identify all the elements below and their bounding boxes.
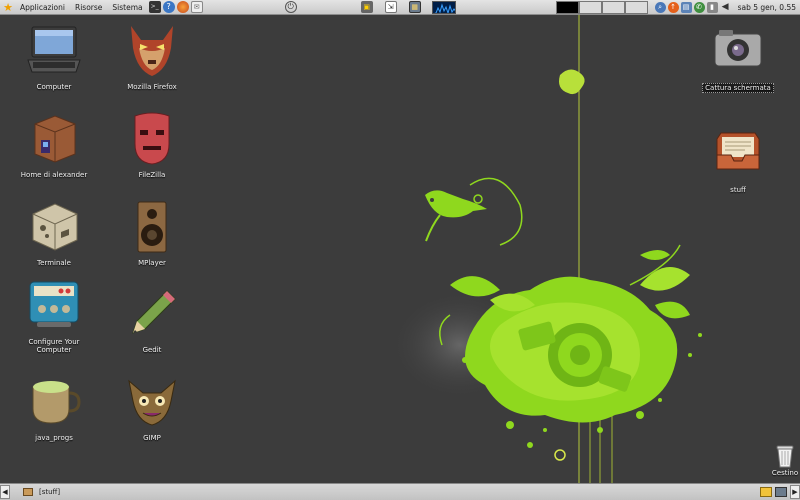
desktop-icon-label: MPlayer — [138, 259, 166, 267]
workspace-4[interactable] — [624, 0, 648, 14]
network-icon[interactable]: ▤ — [680, 1, 692, 13]
desktop-icon-label: java_progs — [35, 434, 73, 442]
desktop-icon-gedit[interactable]: Gedit — [112, 285, 192, 354]
desktop-icon-terminal[interactable]: Terminale — [14, 198, 94, 267]
camera-icon — [709, 22, 767, 80]
volume-icon[interactable]: ◀ — [720, 2, 731, 13]
desktop-icon-label: Home di alexander — [20, 171, 88, 179]
updates-icon[interactable]: ↑ — [667, 1, 679, 13]
taskbar-item-label: [stuff] — [39, 488, 61, 496]
red-mask-icon — [123, 110, 181, 168]
speaker-icon — [123, 198, 181, 256]
trash-can-icon — [773, 443, 797, 469]
folder-icon — [23, 488, 33, 496]
laptop-icon — [25, 22, 83, 80]
desktop-icon-gimp[interactable]: GIMP — [112, 373, 192, 442]
desktop-icon-computer[interactable]: Computer — [14, 22, 94, 91]
menu-risorse[interactable]: Risorse — [70, 3, 107, 12]
taskbar-item-stuff[interactable]: [stuff] — [20, 486, 63, 499]
desktop-icon-trash[interactable]: Cestino — [770, 443, 800, 477]
workspace-3[interactable] — [601, 0, 625, 14]
terminal-box-icon — [25, 198, 83, 256]
firefox-launcher-icon[interactable] — [176, 1, 189, 13]
desktop: Computer Mozilla Firefox Home di alexand — [0, 15, 800, 483]
desktop-icon-configure[interactable]: Configure Your Computer — [14, 277, 94, 354]
screenshot-applet-icon[interactable]: ▦ — [408, 1, 421, 13]
cpu-graph-icon — [434, 2, 455, 13]
desktop-icon-label: Cestino — [771, 469, 799, 477]
workspace-switcher — [555, 0, 648, 14]
config-screen-icon — [25, 277, 83, 335]
pencil-icon — [123, 285, 181, 343]
desktop-icon-label: Configure Your Computer — [28, 338, 80, 354]
desktop-icon-screenshot[interactable]: Cattura schermata — [698, 22, 778, 93]
messaging-icon[interactable]: ✆ — [693, 1, 705, 13]
top-panel: ★ Applicazioni Risorse Sistema >_ ? ✉ ⏻ … — [0, 0, 800, 15]
fox-mask-icon — [123, 22, 181, 80]
power-icon[interactable]: ▮ — [706, 1, 718, 13]
desktop-icon-label: Terminale — [37, 259, 71, 267]
screenshot-tray-icon[interactable] — [775, 487, 787, 497]
terminal-launcher-icon[interactable]: >_ — [148, 1, 161, 13]
show-desktop-icon[interactable]: ⇲ — [384, 1, 397, 13]
desktop-icon-label: FileZilla — [138, 171, 166, 179]
menu-sistema[interactable]: Sistema — [107, 3, 147, 12]
menu-applicazioni[interactable]: Applicazioni — [15, 3, 70, 12]
system-tray: ⌕ ↑ ▤ ✆ ▮ ◀ — [654, 1, 732, 13]
tea-cup-icon — [25, 373, 83, 431]
desktop-icon-stuff[interactable]: stuff — [698, 125, 778, 194]
email-launcher-icon[interactable]: ✉ — [190, 1, 203, 13]
search-icon[interactable]: ⌕ — [654, 1, 666, 13]
taskbar-scroll-right-button[interactable]: ▶ — [790, 485, 800, 499]
desktop-icon-label: Computer — [36, 83, 72, 91]
desktop-icon-java-progs[interactable]: java_progs — [14, 373, 94, 442]
desktop-icon-label: GIMP — [143, 434, 161, 442]
lock-screen-icon[interactable]: ▣ — [360, 1, 373, 13]
shutdown-icon[interactable]: ⏻ — [284, 1, 297, 13]
workspace-1[interactable] — [555, 0, 579, 14]
desktop-icon-mplayer[interactable]: MPlayer — [112, 198, 192, 267]
home-box-icon — [25, 110, 83, 168]
desktop-icon-label: Mozilla Firefox — [127, 83, 177, 91]
desktop-icon-label: stuff — [730, 186, 746, 194]
help-launcher-icon[interactable]: ? — [162, 1, 175, 13]
desktop-icon-filezilla[interactable]: FileZilla — [112, 110, 192, 179]
desktop-icon-label: Gedit — [142, 346, 162, 354]
clock[interactable]: sab 5 gen, 0.55 — [738, 3, 796, 12]
desktop-icon-home[interactable]: Home di alexander — [14, 110, 94, 179]
taskbar-scroll-left-button[interactable]: ◀ — [0, 485, 10, 499]
bottom-panel: ◀ [stuff] ▶ — [0, 483, 800, 500]
desktop-icon-firefox[interactable]: Mozilla Firefox — [112, 22, 192, 91]
main-menu-star-icon[interactable]: ★ — [2, 1, 14, 13]
workspace-2[interactable] — [578, 0, 602, 14]
gimp-creature-icon — [123, 373, 181, 431]
inbox-tray-icon — [709, 125, 767, 183]
system-monitor-graph[interactable] — [431, 0, 456, 14]
open-folder-icon[interactable] — [760, 487, 772, 497]
desktop-icon-label: Cattura schermata — [702, 83, 774, 93]
